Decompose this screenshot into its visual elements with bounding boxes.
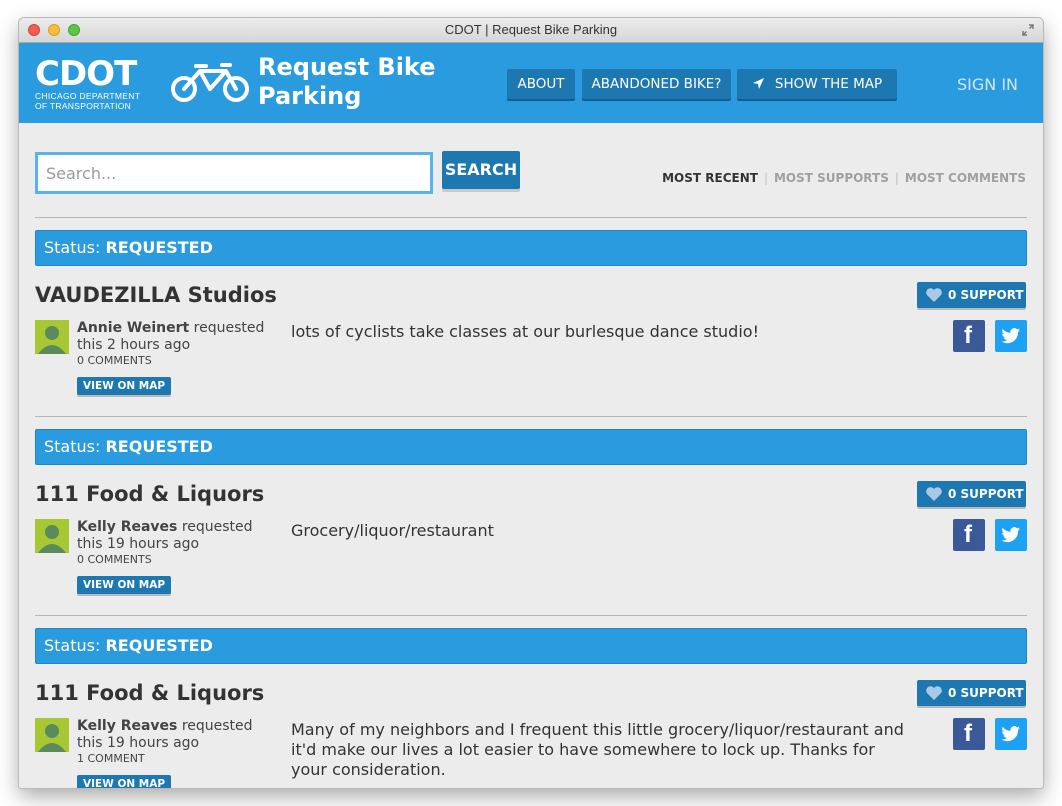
support-count: 0 SUPPORT bbox=[948, 686, 1024, 700]
user-silhouette-icon bbox=[38, 525, 66, 553]
twitter-icon bbox=[1001, 328, 1020, 344]
abandoned-bike-button[interactable]: ABANDONED BIKE? bbox=[582, 69, 731, 99]
support-count: 0 SUPPORT bbox=[948, 487, 1024, 501]
twitter-share-button[interactable] bbox=[995, 519, 1027, 551]
request-description: lots of cyclists take classes at our bur… bbox=[291, 322, 759, 341]
twitter-share-button[interactable] bbox=[995, 718, 1027, 750]
search-button[interactable]: SEARCH bbox=[442, 151, 520, 189]
request-title[interactable]: 111 Food & Liquors bbox=[35, 482, 264, 506]
facebook-share-button[interactable]: f bbox=[953, 519, 985, 551]
user-silhouette-icon bbox=[38, 724, 66, 752]
user-name[interactable]: Annie Weinert bbox=[77, 320, 189, 336]
browser-window: CDOT | Request Bike Parking CDOT CHICAGO… bbox=[19, 18, 1043, 788]
divider bbox=[35, 416, 1027, 417]
twitter-share-button[interactable] bbox=[995, 320, 1027, 352]
heart-icon bbox=[926, 288, 942, 302]
view-on-map-button[interactable]: VIEW ON MAP bbox=[77, 576, 172, 594]
comment-count[interactable]: 0 COMMENTS bbox=[77, 553, 267, 567]
sort-tabs: MOST RECENT | MOST SUPPORTS | MOST COMMENTS bbox=[662, 171, 1026, 185]
comment-count[interactable]: 1 COMMENT bbox=[77, 752, 267, 766]
comment-count[interactable]: 0 COMMENTS bbox=[77, 354, 267, 368]
app-title[interactable]: Request Bike Parking bbox=[258, 53, 448, 111]
request-description: Grocery/liquor/restaurant bbox=[291, 521, 494, 540]
status-label: Status: bbox=[44, 636, 101, 655]
support-count: 0 SUPPORT bbox=[948, 288, 1024, 302]
cdot-logo[interactable]: CDOT CHICAGO DEPARTMENT OF TRANSPORTATIO… bbox=[35, 57, 140, 111]
avatar bbox=[35, 519, 69, 553]
heart-icon bbox=[926, 686, 942, 700]
request-title[interactable]: VAUDEZILLA Studios bbox=[35, 283, 277, 307]
facebook-share-button[interactable]: f bbox=[953, 718, 985, 750]
app-title-line1: Request Bike bbox=[258, 53, 436, 81]
user-name[interactable]: Kelly Reaves bbox=[77, 519, 177, 535]
support-button[interactable]: 0 SUPPORT bbox=[917, 481, 1026, 507]
support-button[interactable]: 0 SUPPORT bbox=[917, 282, 1026, 308]
request-meta: Kelly Reaves requested this 19 hours ago… bbox=[77, 519, 267, 567]
search-input[interactable] bbox=[35, 152, 433, 194]
user-silhouette-icon bbox=[38, 326, 66, 354]
sort-separator: | bbox=[894, 171, 899, 185]
sort-most-supports[interactable]: MOST SUPPORTS bbox=[774, 171, 889, 185]
location-arrow-icon bbox=[752, 78, 764, 89]
facebook-icon: f bbox=[964, 720, 972, 747]
status-label: Status: bbox=[44, 238, 101, 257]
status-value: REQUESTED bbox=[105, 238, 213, 257]
status-label: Status: bbox=[44, 437, 101, 456]
sort-most-comments[interactable]: MOST COMMENTS bbox=[905, 171, 1026, 185]
show-map-button[interactable]: SHOW THE MAP bbox=[737, 69, 897, 99]
bike-icon bbox=[171, 63, 249, 102]
window-title: CDOT | Request Bike Parking bbox=[444, 22, 618, 37]
logo-subtitle-line1: CHICAGO DEPARTMENT bbox=[35, 91, 141, 101]
logo-subtitle-line2: OF TRANSPORTATION bbox=[35, 101, 132, 111]
request-meta: Kelly Reaves requested this 19 hours ago… bbox=[77, 718, 267, 766]
twitter-icon bbox=[1001, 726, 1020, 742]
view-on-map-button[interactable]: VIEW ON MAP bbox=[77, 775, 172, 788]
request-meta: Annie Weinert requested this 2 hours ago… bbox=[77, 320, 267, 368]
facebook-icon: f bbox=[964, 521, 972, 548]
request-title[interactable]: 111 Food & Liquors bbox=[35, 681, 264, 705]
status-value: REQUESTED bbox=[105, 437, 213, 456]
view-on-map-button[interactable]: VIEW ON MAP bbox=[77, 377, 172, 395]
status-bar: Status: REQUESTED bbox=[35, 628, 1027, 664]
fullscreen-icon[interactable] bbox=[1021, 23, 1035, 37]
divider bbox=[35, 217, 1027, 218]
twitter-icon bbox=[1001, 527, 1020, 543]
avatar bbox=[35, 320, 69, 354]
status-bar: Status: REQUESTED bbox=[35, 230, 1027, 266]
sort-most-recent[interactable]: MOST RECENT bbox=[662, 171, 758, 185]
support-button[interactable]: 0 SUPPORT bbox=[917, 680, 1026, 706]
app-title-line2: Parking bbox=[258, 82, 362, 110]
show-map-label: SHOW THE MAP bbox=[774, 76, 883, 92]
sort-separator: | bbox=[763, 171, 768, 185]
facebook-share-button[interactable]: f bbox=[953, 320, 985, 352]
about-button[interactable]: ABOUT bbox=[507, 69, 575, 99]
request-description: Many of my neighbors and I frequent this… bbox=[291, 720, 904, 779]
sign-in-link[interactable]: SIGN IN bbox=[957, 75, 1018, 94]
avatar bbox=[35, 718, 69, 752]
status-bar: Status: REQUESTED bbox=[35, 429, 1027, 465]
site-header: CDOT CHICAGO DEPARTMENT OF TRANSPORTATIO… bbox=[19, 43, 1043, 123]
facebook-icon: f bbox=[964, 322, 972, 349]
divider bbox=[35, 615, 1027, 616]
user-name[interactable]: Kelly Reaves bbox=[77, 718, 177, 734]
status-value: REQUESTED bbox=[105, 636, 213, 655]
logo-text: CDOT bbox=[35, 54, 137, 94]
heart-icon bbox=[926, 487, 942, 501]
title-bar: CDOT | Request Bike Parking bbox=[19, 18, 1043, 43]
